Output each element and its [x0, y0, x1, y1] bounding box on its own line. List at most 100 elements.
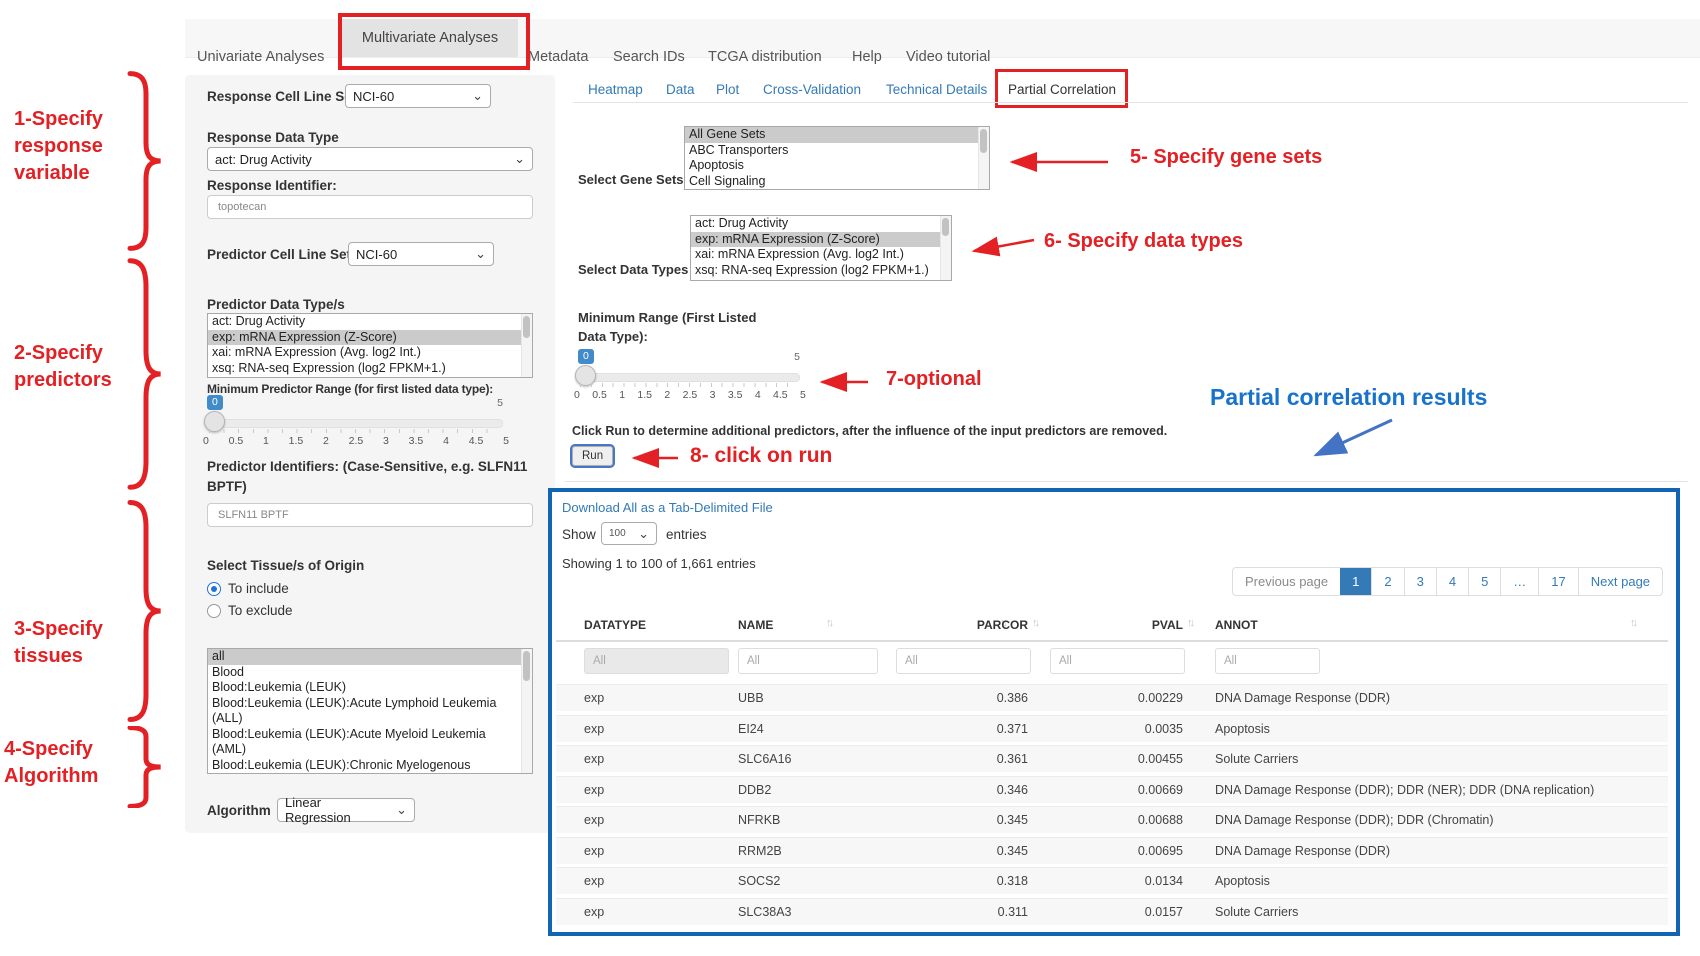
listbox-option[interactable]: All Gene Sets — [685, 127, 979, 143]
tab[interactable]: Plot — [716, 82, 739, 97]
table-row: exp RRM2B 0.345 0.00695 DNA Damage Respo… — [556, 837, 1668, 864]
page-size-select[interactable]: 100 ⌄ — [601, 522, 657, 545]
listbox-option[interactable]: exp: mRNA Expression (Z-Score) — [208, 330, 522, 346]
algorithm-label: Algorithm — [207, 803, 271, 818]
column-header-name[interactable]: NAME — [738, 618, 773, 632]
predictor-identifiers-input[interactable] — [207, 503, 533, 527]
page-button[interactable]: 17 — [1538, 568, 1577, 595]
scrollbar[interactable] — [521, 649, 532, 773]
algorithm-select[interactable]: Linear Regression ⌄ — [277, 798, 415, 822]
annotation-step4: 4-Specify Algorithm — [4, 736, 136, 790]
column-header-parcor[interactable]: PARCOR — [928, 618, 1028, 632]
listbox-option[interactable]: Blood:Leukemia (LEUK):Acute Myeloid Leuk… — [208, 727, 522, 758]
filter-pval[interactable] — [1050, 648, 1185, 674]
listbox-option[interactable]: xai: mRNA Expression (Avg. log2 Int.) — [691, 247, 941, 263]
annotation-arrow-gene-sets — [1000, 152, 1112, 172]
sort-icon[interactable]: ↑↓ — [826, 617, 831, 629]
cell-parcor: 0.318 — [896, 868, 1028, 894]
scrollbar[interactable] — [978, 127, 989, 189]
tab[interactable]: Partial Correlation — [1008, 82, 1116, 97]
brace-step2 — [126, 256, 166, 492]
listbox-option[interactable]: xsq: RNA-seq Expression (log2 FPKM+1.) — [208, 361, 522, 377]
scrollbar-thumb[interactable] — [980, 129, 987, 153]
tissue-include-radio[interactable] — [207, 582, 221, 596]
listbox-option[interactable]: Blood — [208, 665, 522, 681]
tab[interactable]: Heatmap — [588, 82, 643, 97]
nav-item[interactable]: Help — [852, 49, 882, 65]
cell-name: SLC6A16 — [738, 746, 792, 772]
filter-annot[interactable] — [1215, 648, 1320, 674]
listbox-option[interactable]: xai: mRNA Expression (Avg. log2 Int.) — [208, 345, 522, 361]
run-button[interactable]: Run — [572, 446, 613, 466]
min-range-slider[interactable]: 0 5 00.511.522.533.544.55 — [578, 349, 800, 401]
filter-datatype[interactable] — [584, 648, 729, 674]
listbox-option[interactable]: act: Drug Activity — [691, 216, 941, 232]
tissue-exclude-radio[interactable] — [207, 604, 221, 618]
previous-page-button[interactable]: Previous page — [1233, 568, 1340, 595]
page-button[interactable]: 1 — [1340, 568, 1371, 595]
min-predictor-range-slider[interactable]: 0 5 00.511.522.533.544.55 — [207, 395, 503, 447]
page-button[interactable]: 3 — [1404, 568, 1436, 595]
tick-label: 0 — [203, 435, 209, 447]
min-range-label: Minimum Range (First Listed Data Type): — [578, 308, 783, 346]
filter-name[interactable] — [738, 648, 878, 674]
slider-track[interactable] — [578, 373, 800, 382]
tab[interactable]: Cross-Validation — [763, 82, 861, 97]
nav-item[interactable]: TCGA distribution — [708, 49, 822, 65]
results-table-body: exp UBB 0.386 0.00229 DNA Damage Respons… — [556, 684, 1668, 928]
tab[interactable]: Data — [666, 82, 695, 97]
page-button[interactable]: … — [1500, 568, 1538, 595]
tab[interactable]: Technical Details — [886, 82, 987, 97]
nav-item[interactable]: Video tutorial — [906, 49, 990, 65]
listbox-option[interactable]: Apoptosis — [685, 158, 979, 174]
cell-parcor: 0.311 — [896, 899, 1028, 925]
listbox-option[interactable]: Blood:Leukemia (LEUK):Chronic Myelogenou… — [208, 758, 522, 775]
nav-item[interactable]: Univariate Analyses — [197, 49, 324, 65]
showing-entries-text: Showing 1 to 100 of 1,661 entries — [562, 556, 756, 571]
slider-value-badge: 0 — [207, 395, 223, 410]
download-link[interactable]: Download All as a Tab-Delimited File — [562, 500, 773, 515]
response-cell-line-set-select[interactable]: NCI-60 ⌄ — [345, 84, 491, 108]
scrollbar[interactable] — [940, 216, 951, 280]
nav-item[interactable]: Multivariate Analyses — [342, 19, 518, 57]
listbox-option[interactable]: ABC Transporters — [685, 143, 979, 159]
sort-icon[interactable]: ↑↓ — [1187, 617, 1192, 629]
nav-item[interactable]: Metadata — [528, 49, 588, 65]
response-identifier-input[interactable] — [207, 195, 533, 219]
cell-pval: 0.0134 — [1051, 868, 1183, 894]
cell-pval: 0.0157 — [1051, 899, 1183, 925]
tick-label: 4 — [755, 389, 761, 401]
listbox-option[interactable]: Blood:Leukemia (LEUK):Acute Lymphoid Leu… — [208, 696, 522, 727]
column-header-annot[interactable]: ANNOT — [1215, 618, 1258, 632]
page-button[interactable]: 4 — [1436, 568, 1468, 595]
listbox-option[interactable]: act: Drug Activity — [208, 314, 522, 330]
sort-icon[interactable]: ↑↓ — [1630, 617, 1635, 629]
filter-parcor[interactable] — [896, 648, 1031, 674]
tick-label: 3 — [710, 389, 716, 401]
response-identifier-label: Response Identifier: — [207, 178, 337, 193]
response-data-type-select[interactable]: act: Drug Activity ⌄ — [207, 147, 533, 171]
scrollbar-thumb[interactable] — [942, 218, 949, 236]
scrollbar-thumb[interactable] — [523, 651, 530, 681]
next-page-button[interactable]: Next page — [1578, 568, 1662, 595]
listbox-option[interactable]: all — [208, 649, 522, 665]
annotation-step6: 6- Specify data types — [1044, 230, 1243, 253]
scrollbar-thumb[interactable] — [523, 316, 530, 338]
cell-name: EI24 — [738, 716, 764, 742]
listbox-option[interactable]: xsq: RNA-seq Expression (log2 FPKM+1.) — [691, 263, 941, 279]
page-button[interactable]: 2 — [1371, 568, 1403, 595]
column-header-pval[interactable]: PVAL — [1085, 618, 1183, 632]
page-button[interactable]: 5 — [1468, 568, 1500, 595]
cell-datatype: exp — [584, 685, 604, 711]
sort-icon[interactable]: ↑↓ — [1032, 617, 1037, 629]
table-row: exp EI24 0.371 0.0035 Apoptosis — [556, 715, 1668, 742]
predictor-cell-line-set-select[interactable]: NCI-60 ⌄ — [348, 242, 494, 266]
cell-name: SOCS2 — [738, 868, 780, 894]
listbox-option[interactable]: Blood:Leukemia (LEUK) — [208, 680, 522, 696]
listbox-option[interactable]: exp: mRNA Expression (Z-Score) — [691, 232, 941, 248]
listbox-option[interactable]: Cell Signaling — [685, 174, 979, 190]
scrollbar[interactable] — [521, 314, 532, 377]
nav-item[interactable]: Search IDs — [613, 49, 685, 65]
column-header-datatype[interactable]: DATATYPE — [584, 618, 646, 632]
slider-track[interactable] — [207, 419, 503, 428]
